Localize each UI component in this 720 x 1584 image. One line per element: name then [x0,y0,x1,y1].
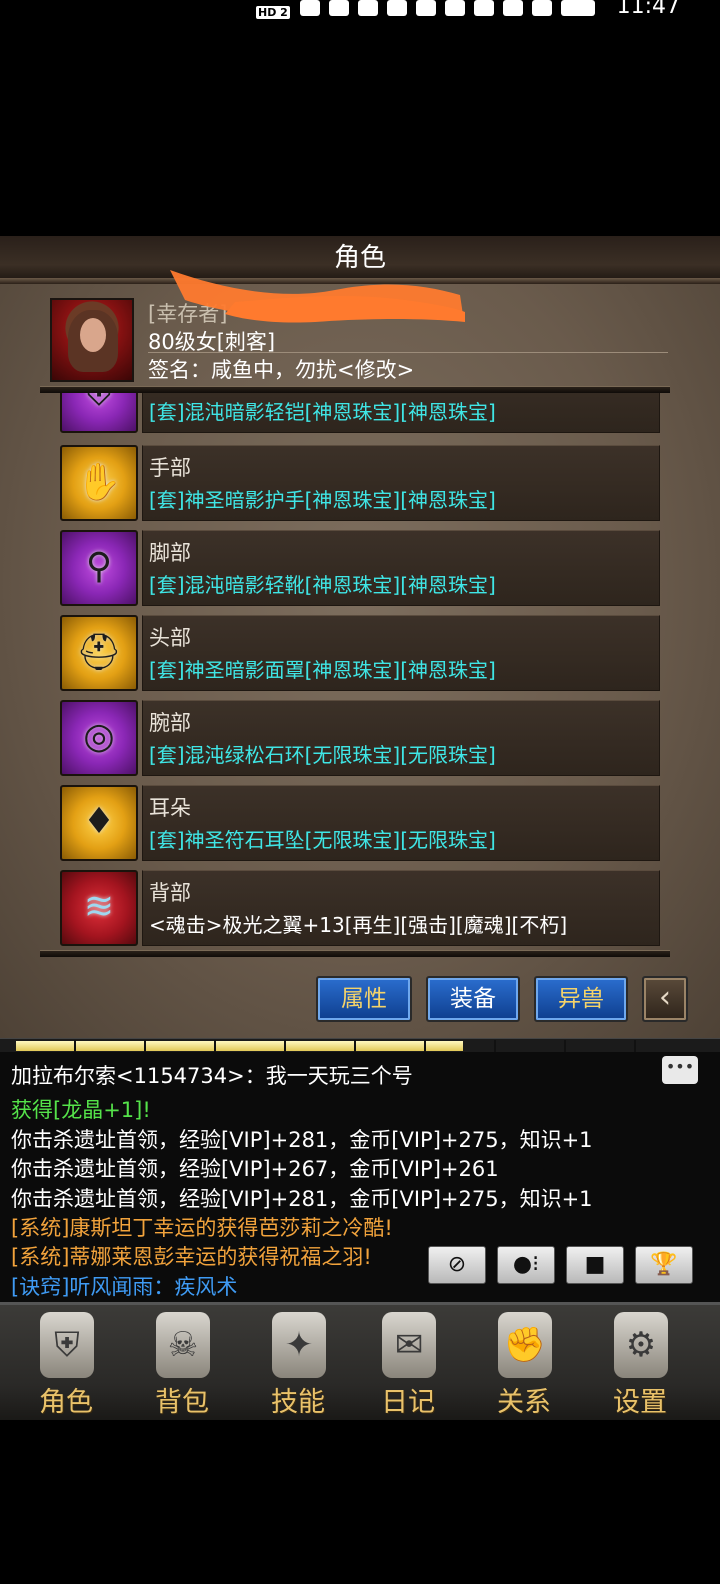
equipment-name: <魂击>极光之翼+13[再生][强击][魔魂][不朽] [149,913,568,937]
list-bottom-border [40,950,670,957]
battery-icon [561,0,595,16]
signal-icon [329,0,349,16]
signal-icon [300,0,320,16]
status-bar: HD 2 11:47 [0,0,720,24]
hd-indicator: HD 2 [256,6,290,19]
alarm-icon [503,0,523,16]
chat-message: 你击杀遗址首领，经验[VIP]+267，金币[VIP]+261 [11,1157,499,1181]
equipment-row-head[interactable]: ⛑ 头部 [套]神圣暗影面罩[神恩珠宝][神恩珠宝] [60,613,660,693]
equipment-name: [套]神圣暗影面罩[神恩珠宝][神恩珠宝] [149,658,496,682]
nav-label: 角色 [39,1387,93,1418]
app-notification-icon [416,0,436,16]
handshake-icon: ✊ [498,1312,552,1378]
chat-message: 你击杀遗址首领，经验[VIP]+281，金币[VIP]+275，知识+1 [11,1128,593,1152]
compass-icon[interactable]: ⊘ [428,1246,486,1284]
gear-icon: ⚙ [614,1312,668,1378]
equipment-row-hands[interactable]: ✋ 手部 [套]神圣暗影护手[神恩珠宝][神恩珠宝] [60,443,660,523]
equipment-slot-box: 腕部 [套]混沌绿松石环[无限珠宝][无限珠宝] [142,700,660,776]
chat-message: 获得[龙晶+1]! [11,1098,151,1122]
list-top-border [40,386,670,393]
equipment-button[interactable]: 装备 [426,976,520,1022]
bluetooth-icon [532,0,552,16]
equipment-name: [套]神圣符石耳坠[无限珠宝][无限珠宝] [149,828,496,852]
equipment-slot-box: 脚部 [套]混沌暗影轻靴[神恩珠宝][神恩珠宝] [142,530,660,606]
earring-icon[interactable]: ♦ [60,785,138,861]
chat-message: [系统]蒂娜莱恩彭幸运的获得祝福之羽! [11,1245,372,1269]
equipment-slot-box: 耳朵 [套]神圣符石耳坠[无限珠宝][无限珠宝] [142,785,660,861]
equipment-name: [套]混沌暗影轻铠[神恩珠宝][神恩珠宝] [149,400,496,424]
chat-message: 加拉布尔索<1154734>：我一天玩三个号 [11,1064,413,1088]
boots-icon[interactable]: ⚲ [60,530,138,606]
scroll-icon: ✉ [382,1312,436,1378]
chat-message: [诀窍]听风闻雨：疾风术 [11,1275,238,1299]
nav-label: 背包 [155,1387,209,1418]
equipment-row-armor[interactable]: ⛨ [套]混沌暗影轻铠[神恩珠宝][神恩珠宝] [60,393,660,435]
nav-backpack[interactable]: ☠ 背包 [132,1306,232,1418]
equipment-row-wrist[interactable]: ◎ 腕部 [套]混沌绿松石环[无限珠宝][无限珠宝] [60,698,660,778]
nav-relations[interactable]: ✊ 关系 [474,1306,574,1418]
avatar[interactable] [50,298,134,382]
equipment-slot-box: 手部 [套]神圣暗影护手[神恩珠宝][神恩珠宝] [142,445,660,521]
status-icons [300,0,595,18]
equipment-row-feet[interactable]: ⚲ 脚部 [套]混沌暗影轻靴[神恩珠宝][神恩珠宝] [60,528,660,608]
signature[interactable]: 签名：咸鱼中，勿扰<修改> [148,354,414,384]
app-notification-icon [358,0,378,16]
nav-label: 设置 [613,1387,667,1418]
experience-bar [0,1038,720,1052]
armor-icon[interactable]: ⛨ [60,393,138,433]
equipment-row-back[interactable]: ≋ 背部 <魂击>极光之翼+13[再生][强击][魔魂][不朽] [60,868,660,948]
signature-divider [148,352,668,353]
nav-label: 技能 [271,1387,325,1418]
trophy-icon[interactable]: 🏆 [635,1246,693,1284]
equipment-slot-box: [套]混沌暗影轻铠[神恩珠宝][神恩珠宝] [142,393,660,433]
equipment-row-ear[interactable]: ♦ 耳朵 [套]神圣符石耳坠[无限珠宝][无限珠宝] [60,783,660,863]
eye-icon [474,0,494,16]
helmet-icon: ⛨ [40,1312,94,1378]
equipment-slot-box: 背部 <魂击>极光之翼+13[再生][强击][魔魂][不朽] [142,870,660,946]
nav-character[interactable]: ⛨ 角色 [16,1306,116,1418]
equipment-name: [套]混沌暗影轻靴[神恩珠宝][神恩珠宝] [149,573,496,597]
nav-skills[interactable]: ✦ 技能 [248,1306,348,1418]
chat-bubble-icon[interactable]: ••• [662,1056,698,1084]
avatar-face [80,318,106,352]
nav-label: 日记 [381,1387,435,1418]
slot-name: 背部 [149,881,191,905]
clock: 11:47 [616,0,680,19]
nav-diary[interactable]: ✉ 日记 [358,1306,458,1418]
attributes-button[interactable]: 属性 [316,976,412,1022]
slot-name: 脚部 [149,541,191,565]
slot-name: 耳朵 [149,796,191,820]
chat-message: 你击杀遗址首领，经验[VIP]+281，金币[VIP]+275，知识+1 [11,1187,593,1211]
equipment-slot-box: 头部 [套]神圣暗影面罩[神恩珠宝][神恩珠宝] [142,615,660,691]
wings-icon[interactable]: ≋ [60,870,138,946]
helmet-icon[interactable]: ⛑ [60,615,138,691]
app-notification-icon [387,0,407,16]
equipment-name: [套]混沌绿松石环[无限珠宝][无限珠宝] [149,743,496,767]
bracelet-icon[interactable]: ◎ [60,700,138,776]
slot-name: 手部 [149,456,191,480]
backpack-icon: ☠ [156,1312,210,1378]
nfc-icon [445,0,465,16]
back-button[interactable]: ‹ [642,976,688,1022]
slot-name: 腕部 [149,711,191,735]
dots-icon[interactable]: ●⁝ [497,1246,555,1284]
equipment-list[interactable]: ⛨ [套]混沌暗影轻铠[神恩珠宝][神恩珠宝] ✋ 手部 [套]神圣暗影护手[神… [40,393,670,950]
nav-label: 关系 [497,1387,551,1418]
equipment-name: [套]神圣暗影护手[神恩珠宝][神恩珠宝] [149,488,496,512]
gauntlet-icon[interactable]: ✋ [60,445,138,521]
spellbook-icon: ✦ [272,1312,326,1378]
pet-button[interactable]: 异兽 [534,976,628,1022]
nav-settings[interactable]: ⚙ 设置 [590,1306,690,1418]
experience-fill [16,1041,463,1051]
stop-icon[interactable]: ■ [566,1246,624,1284]
slot-name: 头部 [149,626,191,650]
chat-message: [系统]康斯坦丁幸运的获得芭莎莉之冷酷! [11,1216,393,1240]
